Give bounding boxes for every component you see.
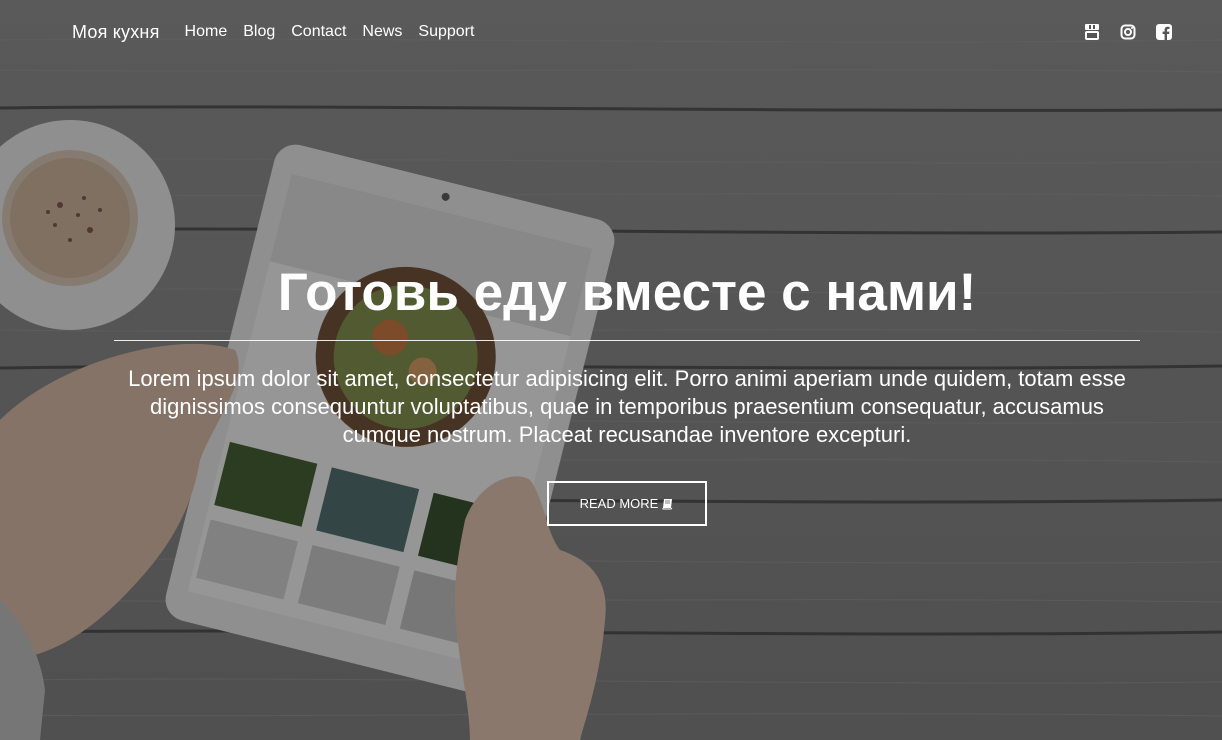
youtube-icon[interactable] bbox=[1084, 24, 1100, 40]
nav-links: Home Blog Contact News Support bbox=[185, 23, 475, 41]
nav-link-contact[interactable]: Contact bbox=[291, 23, 346, 41]
brand-logo[interactable]: Моя кухня bbox=[72, 22, 160, 43]
hero-section: Моя кухня Home Blog Contact News Support bbox=[0, 0, 1222, 740]
nav-link-home[interactable]: Home bbox=[185, 23, 228, 41]
hero-lead-text: Lorem ipsum dolor sit amet, consectetur … bbox=[128, 366, 1126, 447]
navbar: Моя кухня Home Blog Contact News Support bbox=[0, 0, 1222, 64]
nav-link-blog[interactable]: Blog bbox=[243, 23, 275, 41]
nav-link-news[interactable]: News bbox=[362, 23, 402, 41]
read-more-label: READ MORE bbox=[579, 496, 659, 511]
nav-link-support[interactable]: Support bbox=[418, 23, 474, 41]
book-icon bbox=[662, 498, 673, 509]
hero-divider bbox=[114, 340, 1140, 341]
instagram-icon[interactable] bbox=[1120, 24, 1136, 40]
read-more-button[interactable]: READ MORE bbox=[547, 481, 707, 526]
hero-title: Готовь еду вместе с нами! bbox=[277, 263, 977, 322]
social-links bbox=[1084, 24, 1172, 40]
facebook-icon[interactable] bbox=[1156, 24, 1172, 40]
hero-content: Готовь еду вместе с нами! Lorem ipsum do… bbox=[114, 258, 1140, 526]
